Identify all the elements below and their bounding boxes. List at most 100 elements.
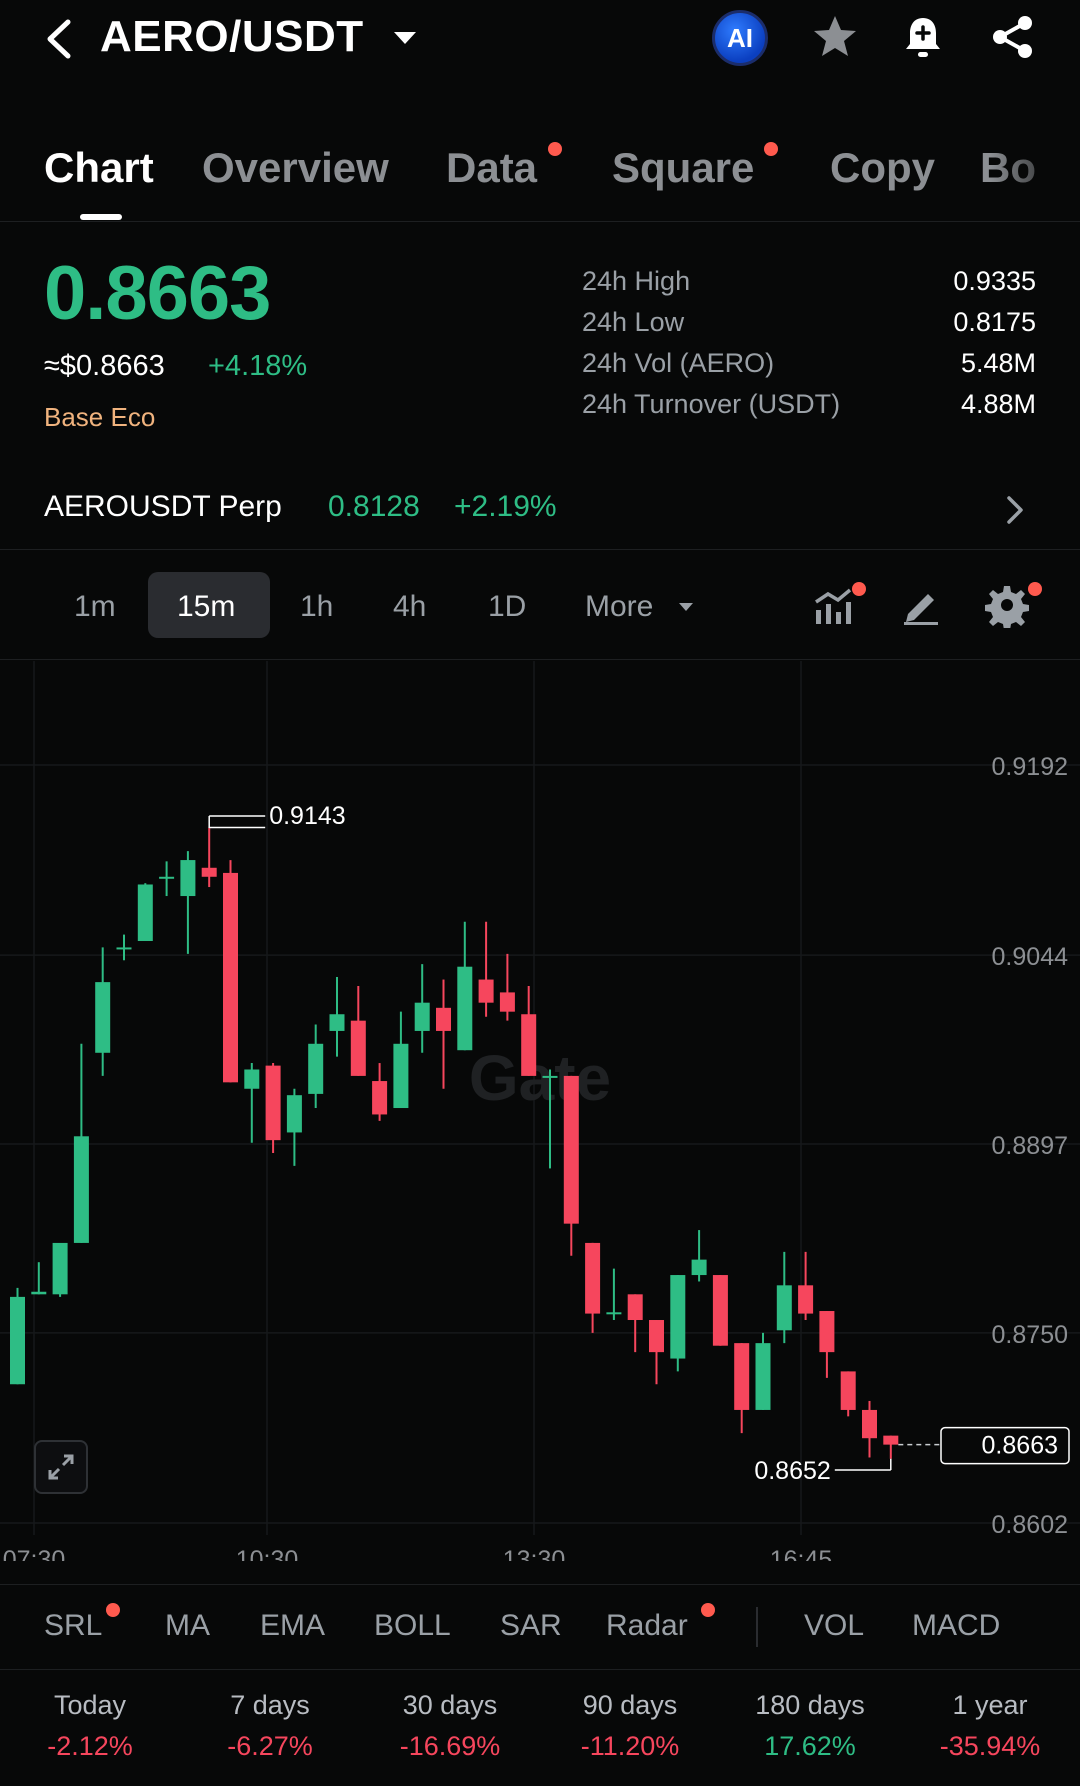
interval-selector: 1m 15m 1h 4h 1D More xyxy=(0,560,1080,660)
indicator-vol[interactable]: VOL xyxy=(804,1609,864,1643)
indicator-separator xyxy=(756,1607,758,1647)
stat-24h-high-value: 0.9335 xyxy=(953,266,1036,296)
stat-24h-vol-label: 24h Vol (AERO) xyxy=(582,348,775,378)
back-arrow-icon[interactable] xyxy=(40,14,80,64)
candle-body xyxy=(606,1312,622,1315)
perf-value: -35.94% xyxy=(939,1731,1041,1761)
indicator-macd[interactable]: MACD xyxy=(912,1609,1000,1643)
indicator-ma[interactable]: MA xyxy=(165,1609,210,1643)
candle-body xyxy=(542,1075,558,1078)
settings-gear-icon[interactable] xyxy=(984,582,1030,628)
candle-body xyxy=(436,1007,451,1031)
performance-90d: 90 days -11.20% xyxy=(540,1690,720,1762)
draw-pencil-icon[interactable] xyxy=(898,582,944,628)
stat-24h-high-label: 24h High xyxy=(582,266,691,296)
radar-notification-dot xyxy=(701,1603,715,1617)
candle-body xyxy=(755,1343,771,1410)
last-price: 0.8663 xyxy=(44,251,271,336)
perf-label: 180 days xyxy=(755,1690,865,1720)
candle-body xyxy=(393,1043,409,1109)
candle-body xyxy=(116,947,132,950)
perf-value: -2.12% xyxy=(47,1731,133,1761)
candle-body xyxy=(670,1275,686,1359)
high-marker-line xyxy=(208,826,266,829)
candle-body xyxy=(478,979,494,1003)
performance-7d: 7 days -6.27% xyxy=(180,1690,360,1762)
stat-24h-turnover-label: 24h Turnover (USDT) xyxy=(582,389,841,419)
candle-body xyxy=(329,1014,345,1031)
candle-body xyxy=(31,1291,47,1295)
perf-label: 7 days xyxy=(230,1690,310,1720)
chevron-right-icon xyxy=(1007,496,1023,524)
y-tick-label: 0.8897 xyxy=(992,1132,1068,1160)
candle-body xyxy=(691,1259,707,1276)
perp-change: +2.19% xyxy=(454,490,557,523)
perf-label: 30 days xyxy=(402,1690,498,1720)
candle-body xyxy=(521,1014,537,1076)
x-axis: 07:30 10:30 13:30 16:45 xyxy=(3,1546,833,1561)
fullscreen-expand-button[interactable] xyxy=(34,1440,88,1494)
stat-24h-vol-value: 5.48M xyxy=(960,348,1036,378)
performance-30d: 30 days -16.69% xyxy=(360,1690,540,1762)
candle-body xyxy=(350,1020,366,1076)
tab-copy[interactable]: Copy xyxy=(830,144,935,192)
price-alert-bell-icon[interactable] xyxy=(898,12,948,62)
candle-body xyxy=(414,1002,430,1031)
expand-arrows-icon xyxy=(48,1454,74,1480)
indicators-notification-dot xyxy=(852,582,866,596)
x-tick-label: 07:30 xyxy=(3,1546,66,1561)
perp-name: AEROUSDT Perp xyxy=(44,490,282,523)
y-axis: 0.9192 0.9044 0.8897 0.8750 0.8602 xyxy=(992,753,1069,1539)
perf-label: 90 days xyxy=(582,1690,678,1720)
candle-body xyxy=(776,1285,792,1331)
candlestick-chart[interactable]: Gate 0.9143 0.8652 0.8663 0.9192 0.9044 0.88… xyxy=(0,661,1080,1561)
caret-down-icon[interactable] xyxy=(392,30,418,46)
performance-today: Today -2.12% xyxy=(0,1690,180,1762)
indicator-sar[interactable]: SAR xyxy=(500,1609,562,1643)
perf-label: Today xyxy=(53,1690,127,1720)
indicator-bar: SRL MA EMA BOLL SAR Radar VOL MACD xyxy=(0,1584,1080,1670)
candle-body xyxy=(137,884,153,942)
perf-value: 17.62% xyxy=(764,1731,856,1761)
indicator-radar[interactable]: Radar xyxy=(606,1609,688,1643)
perp-price: 0.8128 xyxy=(328,490,420,523)
tab-chart[interactable]: Chart xyxy=(44,144,154,192)
stat-24h-turnover-value: 4.88M xyxy=(960,389,1036,419)
tab-square[interactable]: Square xyxy=(612,144,754,192)
interval-15m[interactable]: 15m xyxy=(177,590,235,624)
high-marker-label: 0.9143 xyxy=(269,802,345,830)
candle-body xyxy=(201,867,217,877)
perf-value: -16.69% xyxy=(399,1731,501,1761)
tab-overview[interactable]: Overview xyxy=(202,144,389,192)
interval-1d[interactable]: 1D xyxy=(488,590,526,624)
ecosystem-tag[interactable]: Base Eco xyxy=(44,402,155,433)
tab-data[interactable]: Data xyxy=(446,144,537,192)
ai-assistant-button[interactable]: AI xyxy=(712,10,768,66)
candle-body xyxy=(372,1081,388,1115)
indicator-boll[interactable]: BOLL xyxy=(374,1609,451,1643)
star-icon[interactable] xyxy=(810,12,860,62)
y-tick-label: 0.8750 xyxy=(992,1321,1068,1349)
interval-4h[interactable]: 4h xyxy=(393,590,426,624)
perp-contract-row[interactable]: AEROUSDT Perp 0.8128 +2.19% xyxy=(0,470,1080,550)
perf-label: 1 year xyxy=(952,1690,1028,1720)
interval-1m[interactable]: 1m xyxy=(74,590,116,624)
candle-body xyxy=(308,1043,324,1094)
low-marker-label: 0.8652 xyxy=(754,1457,830,1485)
candle-body xyxy=(159,876,175,879)
interval-1h[interactable]: 1h xyxy=(300,590,333,624)
perf-value: -11.20% xyxy=(580,1731,680,1761)
candle-body xyxy=(627,1294,643,1321)
stat-24h-low-label: 24h Low xyxy=(582,307,685,337)
share-icon[interactable] xyxy=(988,12,1038,62)
indicator-srl[interactable]: SRL xyxy=(44,1609,102,1643)
pair-title[interactable]: AERO/USDT xyxy=(100,12,364,62)
candle-body xyxy=(862,1409,877,1439)
candle-body xyxy=(457,966,473,1051)
usd-price: ≈$0.8663 xyxy=(44,350,165,382)
candle-body xyxy=(649,1320,664,1353)
performance-180d: 180 days 17.62% xyxy=(720,1690,900,1762)
indicator-ema[interactable]: EMA xyxy=(260,1609,325,1643)
candle-body xyxy=(286,1095,302,1133)
interval-more[interactable]: More xyxy=(585,590,653,624)
